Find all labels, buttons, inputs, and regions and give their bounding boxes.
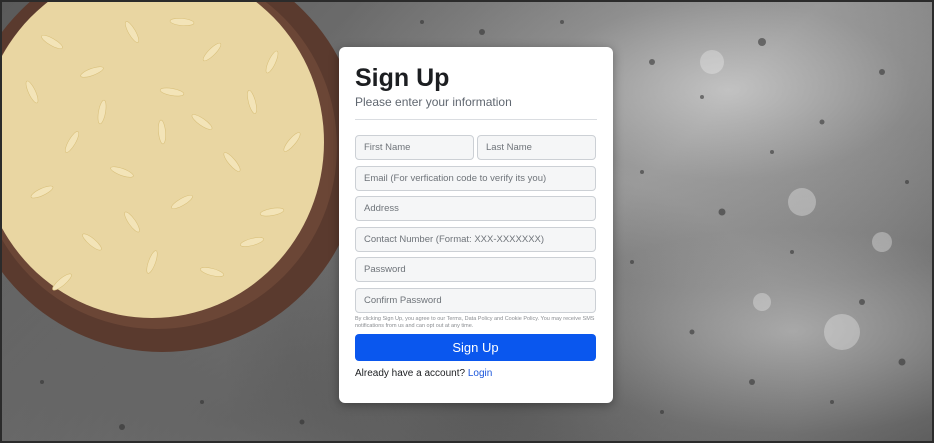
terms-notice: By clicking Sign Up, you agree to our Te… — [355, 315, 595, 329]
login-link[interactable]: Login — [468, 368, 492, 379]
email-field[interactable] — [355, 165, 596, 191]
signup-form: Sign Up Please enter your information By… — [339, 47, 613, 403]
login-prompt-row: Already have a account? Login — [355, 368, 597, 379]
last-name-field[interactable] — [477, 135, 596, 160]
contact-number-field[interactable] — [355, 226, 596, 252]
confirm-password-field[interactable] — [355, 287, 596, 313]
address-field[interactable] — [355, 196, 596, 221]
signup-button[interactable]: Sign Up — [355, 333, 596, 361]
first-name-field[interactable] — [355, 135, 474, 160]
divider — [355, 119, 597, 120]
signup-screen: Sign Up Please enter your information By… — [0, 0, 934, 443]
password-field[interactable] — [355, 257, 596, 282]
name-row — [355, 135, 597, 160]
login-prompt-text: Already have a account? — [355, 367, 466, 379]
page-title: Sign Up — [355, 64, 450, 92]
rice-bowl-image — [2, 2, 362, 352]
page-subtitle: Please enter your information — [355, 95, 512, 109]
